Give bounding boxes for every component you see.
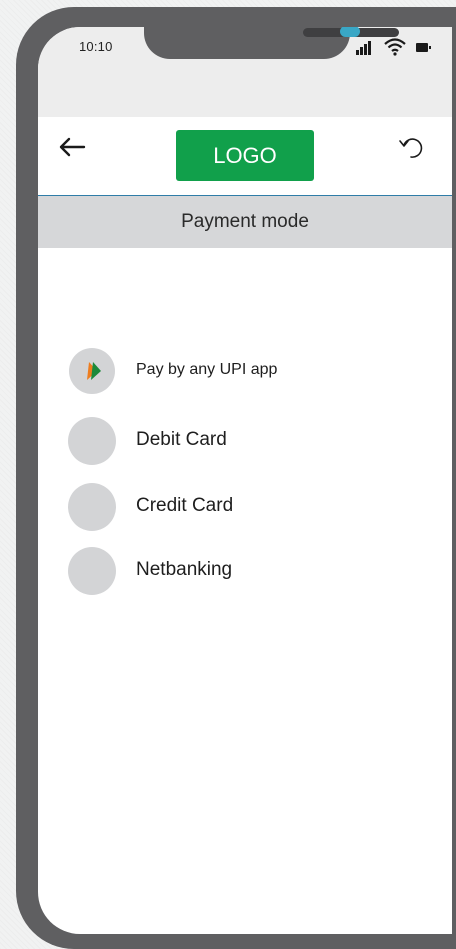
app-header: LOGO xyxy=(38,117,452,196)
logo: LOGO xyxy=(176,130,314,181)
option-label: Netbanking xyxy=(136,559,233,580)
option-radio xyxy=(68,547,116,595)
option-label: Credit Card xyxy=(136,495,234,516)
option-radio xyxy=(68,417,116,465)
option-debit-card[interactable]: Debit Card xyxy=(68,417,428,465)
wifi-icon xyxy=(384,38,406,56)
phone-screen: 10:10 LOGO Payment mode Pay by any UPI a… xyxy=(38,27,452,934)
payment-mode-title: Payment mode xyxy=(38,196,452,248)
camera xyxy=(340,27,360,37)
status-icons xyxy=(356,38,438,56)
option-label: Pay by any UPI app xyxy=(136,361,278,378)
upi-icon xyxy=(69,348,115,394)
refresh-icon[interactable] xyxy=(398,135,426,161)
option-label: Debit Card xyxy=(136,429,227,450)
notch xyxy=(144,27,399,59)
option-radio xyxy=(68,483,116,531)
option-credit-card[interactable]: Credit Card xyxy=(68,483,428,531)
status-time: 10:10 xyxy=(79,39,113,54)
battery-icon xyxy=(416,43,431,52)
option-upi[interactable]: Pay by any UPI app xyxy=(68,347,428,395)
back-arrow-icon[interactable] xyxy=(58,137,86,157)
option-netbanking[interactable]: Netbanking xyxy=(68,547,428,595)
signal-icon xyxy=(356,41,374,55)
